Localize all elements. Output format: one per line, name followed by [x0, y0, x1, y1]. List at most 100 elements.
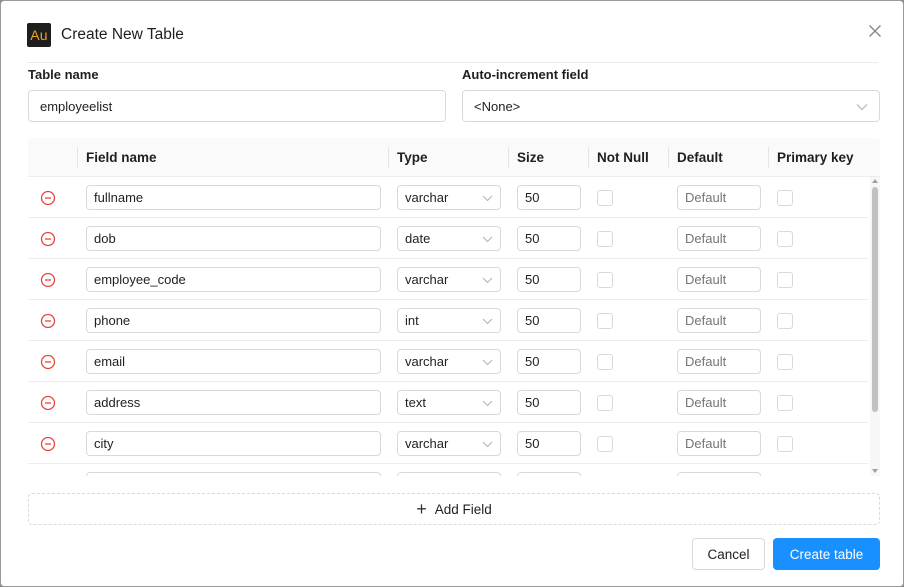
remove-field-icon[interactable] [40, 395, 56, 411]
field-type-select[interactable]: text [397, 390, 501, 415]
table-row: int [28, 300, 868, 341]
table-name-input[interactable] [28, 90, 446, 122]
primary-key-checkbox[interactable] [777, 231, 793, 247]
grid-header: Field name Type Size Not Null Default Pr… [28, 138, 880, 177]
table-row: date [28, 218, 868, 259]
scroll-up-arrow-icon[interactable] [872, 179, 878, 183]
remove-field-icon[interactable] [40, 231, 56, 247]
remove-field-icon[interactable] [40, 272, 56, 288]
add-field-button[interactable]: + Add Field [28, 493, 880, 525]
chevron-down-icon [482, 231, 493, 246]
field-type-value: date [405, 231, 431, 246]
remove-field-icon[interactable] [40, 190, 56, 206]
field-type-select[interactable]: varchar [397, 431, 501, 456]
field-type-select[interactable]: varchar [397, 267, 501, 292]
field-size-input[interactable] [517, 390, 581, 415]
field-type-select[interactable]: int [397, 308, 501, 333]
header-separator [388, 147, 389, 168]
default-input[interactable] [677, 349, 761, 374]
create-table-button[interactable]: Create table [773, 538, 880, 570]
header-separator [588, 147, 589, 168]
field-name-input[interactable] [86, 185, 381, 210]
dialog-header: Au Create New Table [27, 23, 184, 47]
field-type-select[interactable]: varchar [397, 349, 501, 374]
chevron-down-icon [482, 313, 493, 328]
auto-increment-label: Auto-increment field [462, 67, 589, 82]
primary-key-checkbox[interactable] [777, 313, 793, 329]
default-input[interactable] [677, 472, 761, 476]
header-separator [768, 147, 769, 168]
primary-key-checkbox[interactable] [777, 436, 793, 452]
field-size-input[interactable] [517, 226, 581, 251]
create-table-dialog: Au Create New Table Table name Auto-incr… [0, 0, 904, 587]
not-null-checkbox[interactable] [597, 313, 613, 329]
chevron-down-icon [482, 436, 493, 451]
table-row: varchar [28, 177, 868, 218]
remove-field-icon[interactable] [40, 313, 56, 329]
primary-key-checkbox[interactable] [777, 190, 793, 206]
field-size-input[interactable] [517, 349, 581, 374]
not-null-checkbox[interactable] [597, 272, 613, 288]
header-divider [27, 62, 878, 63]
scroll-down-arrow-icon[interactable] [872, 469, 878, 473]
default-input[interactable] [677, 267, 761, 292]
default-input[interactable] [677, 431, 761, 456]
default-input[interactable] [677, 185, 761, 210]
add-field-label: Add Field [434, 501, 492, 517]
scrollbar-thumb[interactable] [872, 187, 878, 412]
chevron-down-icon [482, 354, 493, 369]
primary-key-checkbox[interactable] [777, 395, 793, 411]
table-row [28, 464, 868, 476]
field-name-input[interactable] [86, 226, 381, 251]
header-primary-key: Primary key [777, 150, 854, 165]
header-type: Type [397, 150, 428, 165]
remove-field-icon[interactable] [40, 436, 56, 452]
field-type-value: text [405, 395, 426, 410]
plus-icon: + [416, 499, 427, 519]
table-name-label: Table name [28, 67, 99, 82]
remove-field-icon[interactable] [40, 354, 56, 370]
header-size: Size [517, 150, 545, 165]
default-input[interactable] [677, 226, 761, 251]
field-type-value: varchar [405, 190, 449, 205]
field-type-value: varchar [405, 354, 449, 369]
dialog-title: Create New Table [61, 26, 184, 43]
field-type-select[interactable]: date [397, 226, 501, 251]
field-type-select[interactable] [397, 472, 501, 476]
cancel-button[interactable]: Cancel [692, 538, 765, 570]
field-type-value: varchar [405, 436, 449, 451]
header-separator [668, 147, 669, 168]
chevron-down-icon [482, 395, 493, 410]
field-size-input[interactable] [517, 308, 581, 333]
field-name-input[interactable] [86, 267, 381, 292]
app-logo: Au [27, 23, 51, 47]
chevron-down-icon [856, 99, 868, 114]
grid-scrollbar[interactable] [870, 177, 880, 476]
header-separator [77, 147, 78, 168]
not-null-checkbox[interactable] [597, 190, 613, 206]
field-size-input[interactable] [517, 267, 581, 292]
not-null-checkbox[interactable] [597, 436, 613, 452]
default-input[interactable] [677, 390, 761, 415]
field-size-input[interactable] [517, 185, 581, 210]
not-null-checkbox[interactable] [597, 395, 613, 411]
header-separator [508, 147, 509, 168]
field-size-input[interactable] [517, 472, 581, 476]
field-name-input[interactable] [86, 308, 381, 333]
not-null-checkbox[interactable] [597, 231, 613, 247]
not-null-checkbox[interactable] [597, 354, 613, 370]
header-default: Default [677, 150, 723, 165]
field-name-input[interactable] [86, 349, 381, 374]
field-size-input[interactable] [517, 431, 581, 456]
default-input[interactable] [677, 308, 761, 333]
close-icon[interactable] [863, 19, 887, 43]
field-name-input[interactable] [86, 390, 381, 415]
field-name-input[interactable] [86, 431, 381, 456]
field-type-select[interactable]: varchar [397, 185, 501, 210]
primary-key-checkbox[interactable] [777, 354, 793, 370]
auto-increment-select[interactable]: <None> [462, 90, 880, 122]
field-name-input[interactable] [86, 472, 381, 476]
chevron-down-icon [482, 190, 493, 205]
chevron-down-icon [482, 272, 493, 287]
primary-key-checkbox[interactable] [777, 272, 793, 288]
